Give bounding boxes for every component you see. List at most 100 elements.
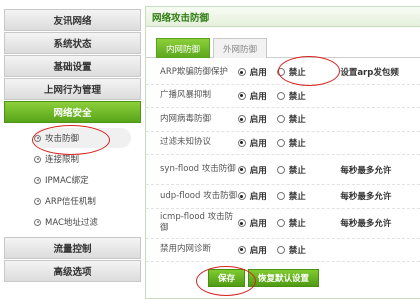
radio-button[interactable] (237, 245, 246, 254)
sidebar-item-basic-settings[interactable]: 基础设置 (4, 55, 141, 77)
tab-bar: 内网防御 外网防御 (146, 27, 420, 58)
setting-note: 每秒最多允许 (340, 192, 392, 203)
sidebar-subitem-label: MAC地址过滤 (45, 218, 98, 228)
page-title: 网络攻击防御 (152, 12, 210, 24)
enable-radio[interactable]: 启用 (237, 164, 267, 176)
setting-row: 过滤未知协议 启用 禁止 (146, 132, 420, 155)
sidebar-subitem-mac-filter[interactable]: MAC地址过滤 (34, 212, 131, 232)
radio-label: 禁止 (288, 91, 306, 102)
annotation-circle (32, 125, 110, 155)
setting-label: 内网病毒防御 (160, 113, 212, 124)
disable-radio[interactable]: 禁止 (276, 217, 306, 229)
radio-label: 禁止 (288, 245, 306, 256)
radio-button[interactable] (237, 68, 246, 77)
radio-label: 禁止 (288, 165, 306, 176)
radio-button[interactable] (237, 138, 246, 147)
annotation-circle (278, 56, 340, 86)
enable-radio[interactable]: 启用 (237, 244, 267, 256)
setting-note: 设置arp发包频 (340, 68, 399, 79)
radio-label: 启用 (249, 115, 267, 126)
radio-button[interactable] (276, 165, 285, 174)
disable-radio[interactable]: 禁止 (276, 90, 306, 102)
sidebar-subitem-ipmac-binding[interactable]: IPMAC绑定 (34, 170, 131, 190)
bullet-icon (34, 197, 41, 205)
tab-wan-defense[interactable]: 外网防御 (213, 38, 268, 58)
bullet-icon (34, 155, 41, 163)
setting-row: 禁用内网诊断 启用 禁止 (146, 239, 420, 262)
radio-button[interactable] (237, 115, 246, 124)
setting-label: 禁用内网诊断 (160, 244, 212, 255)
enable-radio[interactable]: 启用 (237, 190, 267, 203)
sidebar-item-dlink-network[interactable]: 友讯网络 (4, 9, 141, 31)
radio-group: 启用 禁止 (237, 190, 341, 203)
radio-group: 启用 禁止 (237, 113, 341, 126)
radio-label: 禁止 (288, 115, 306, 126)
sidebar-item-advanced-options[interactable]: 高级选项 (4, 260, 141, 282)
enable-radio[interactable]: 启用 (237, 137, 267, 149)
radio-label: 启用 (249, 138, 267, 149)
sidebar-subitem-arp-trust[interactable]: ARP信任机制 (34, 191, 131, 211)
enable-radio[interactable]: 启用 (237, 66, 267, 79)
radio-group: 启用 禁止 (237, 244, 341, 256)
radio-label: 启用 (249, 165, 267, 176)
setting-note: 每秒最多允许 (340, 165, 392, 176)
radio-button[interactable] (237, 165, 246, 174)
sidebar-subitem-label: IPMAC绑定 (45, 176, 89, 186)
radio-label: 启用 (249, 91, 267, 102)
setting-label: udp-flood 攻击防御 (160, 190, 238, 201)
radio-button[interactable] (276, 245, 285, 254)
setting-note: 每秒最多允许 (340, 219, 392, 229)
disable-radio[interactable]: 禁止 (276, 113, 306, 126)
main-panel: 网络攻击防御 内网防御 外网防御 ARP欺骗防御保护 启用 禁止 设置arp发包频 广播… (145, 6, 420, 299)
button-bar: 保存 恢复默认设置 (146, 262, 420, 287)
radio-label: 启用 (249, 192, 267, 203)
setting-label: icmp-flood 攻击防御 (160, 212, 234, 233)
bullet-icon (34, 176, 41, 184)
setting-row: udp-flood 攻击防御 启用 禁止 每秒最多允许 (146, 185, 420, 209)
disable-radio[interactable]: 禁止 (276, 164, 306, 176)
radio-label: 启用 (249, 219, 267, 229)
sidebar-subitem-label: ARP信任机制 (45, 197, 96, 207)
setting-row: icmp-flood 攻击防御 启用 禁止 每秒最多允许 (146, 209, 420, 239)
setting-row: 内网病毒防御 启用 禁止 (146, 108, 420, 132)
radio-button[interactable] (276, 138, 285, 147)
enable-radio[interactable]: 启用 (237, 217, 267, 229)
radio-group: 启用 禁止 (237, 90, 341, 102)
bullet-icon (34, 218, 41, 226)
enable-radio[interactable]: 启用 (237, 113, 267, 126)
radio-button[interactable] (276, 219, 285, 227)
radio-group: 启用 禁止 (237, 164, 341, 176)
setting-label: ARP欺骗防御保护 (160, 66, 228, 77)
disable-radio[interactable]: 禁止 (276, 244, 306, 256)
radio-label: 启用 (249, 245, 267, 256)
setting-row: syn-flood 攻击防御 启用 禁止 每秒最多允许 (146, 155, 420, 185)
disable-radio[interactable]: 禁止 (276, 137, 306, 149)
setting-row: 广播风暴抑制 启用 禁止 (146, 85, 420, 108)
radio-group: 启用 禁止 (237, 137, 341, 149)
sidebar-item-traffic-control[interactable]: 流量控制 (4, 237, 141, 259)
radio-label: 禁止 (288, 192, 306, 203)
sidebar-item-network-security[interactable]: 网络安全 (4, 101, 141, 123)
radio-button[interactable] (276, 91, 285, 100)
radio-button[interactable] (276, 192, 285, 201)
radio-label: 启用 (249, 68, 267, 79)
radio-button[interactable] (237, 91, 246, 100)
enable-radio[interactable]: 启用 (237, 90, 267, 102)
sidebar-item-behavior-management[interactable]: 上网行为管理 (4, 78, 141, 100)
radio-label: 禁止 (288, 219, 306, 229)
settings-list: ARP欺骗防御保护 启用 禁止 设置arp发包频 广播风暴抑制 启用 禁止 内网病毒防御 启用禁… (146, 58, 420, 262)
tab-lan-defense[interactable]: 内网防御 (156, 38, 211, 58)
setting-label: syn-flood 攻击防御 (160, 164, 236, 174)
setting-label: 广播风暴抑制 (160, 90, 212, 101)
annotation-circle (196, 266, 256, 296)
radio-label: 禁止 (288, 138, 306, 149)
restore-defaults-button[interactable]: 恢复默认设置 (248, 269, 320, 287)
radio-button[interactable] (276, 115, 285, 124)
sidebar-item-system-status[interactable]: 系统状态 (4, 32, 141, 54)
radio-button[interactable] (237, 192, 246, 201)
radio-button[interactable] (237, 219, 246, 227)
radio-group: 启用 禁止 (237, 217, 341, 229)
disable-radio[interactable]: 禁止 (276, 190, 306, 203)
setting-label: 过滤未知协议 (160, 137, 212, 148)
panel-title-bar: 网络攻击防御 (146, 7, 420, 27)
